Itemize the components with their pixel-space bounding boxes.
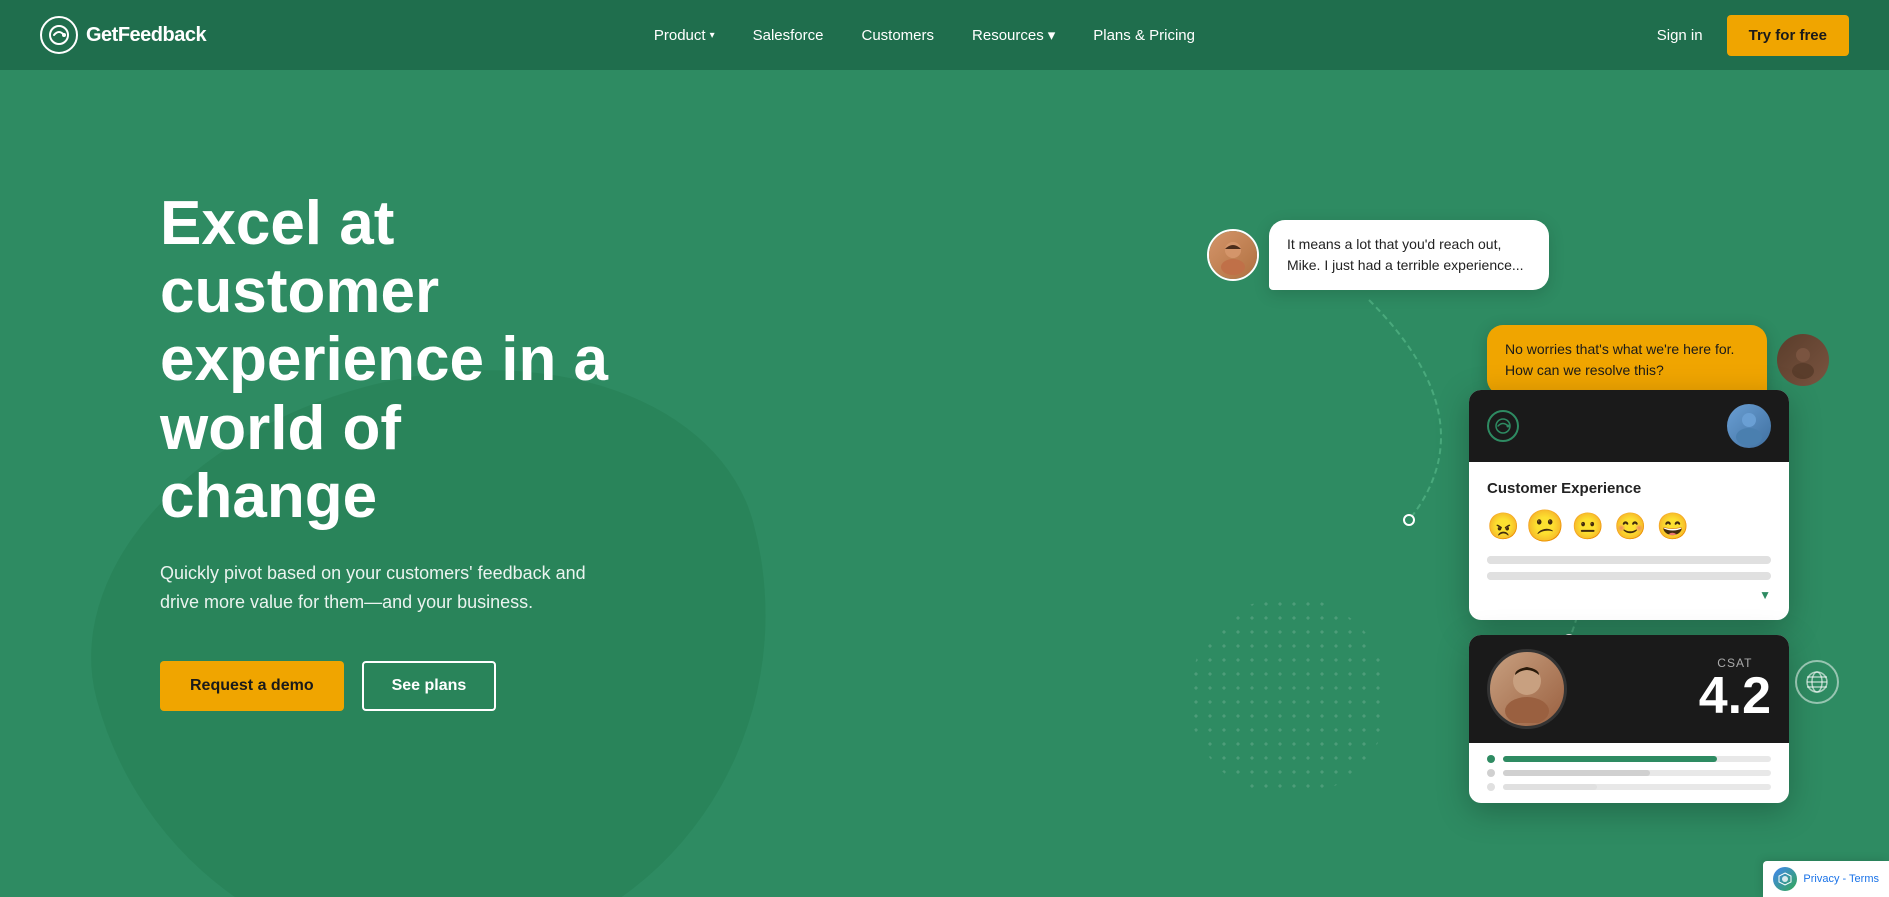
hero-mockup: It means a lot that you'd reach out, Mik… — [989, 70, 1889, 897]
csat-bars — [1487, 755, 1771, 791]
recaptcha-icon — [1773, 867, 1797, 891]
emoji-neutral[interactable]: 😐 — [1572, 511, 1604, 542]
csat-card-header: CSAT 4.2 — [1469, 635, 1789, 743]
csat-card: CSAT 4.2 — [1469, 635, 1789, 803]
nav-links: Product ▾ Salesforce Customers Resources… — [640, 18, 1209, 52]
chevron-down-icon: ▾ — [710, 30, 715, 41]
cx-bar-2 — [1487, 572, 1771, 580]
hero-section: Excel at customer experience in a world … — [0, 70, 1889, 897]
nav-plans[interactable]: Plans & Pricing — [1079, 19, 1209, 52]
nav-resources[interactable]: Resources ▾ — [958, 18, 1069, 52]
csat-dot-2 — [1487, 769, 1495, 777]
csat-dot-3 — [1487, 783, 1495, 791]
reply-chat: No worries that's what we're here for. H… — [1487, 325, 1829, 395]
cx-card-header — [1469, 390, 1789, 462]
csat-bar-track-2 — [1503, 770, 1771, 776]
csat-bar-track-1 — [1503, 756, 1771, 762]
emoji-bad[interactable]: 😕 — [1526, 508, 1565, 545]
reply-chat-bubble: No worries that's what we're here for. H… — [1487, 325, 1767, 395]
csat-card-body — [1469, 743, 1789, 803]
csat-bar-track-3 — [1503, 784, 1771, 790]
hero-buttons: Request a demo See plans — [160, 661, 620, 711]
incoming-chat: It means a lot that you'd reach out, Mik… — [1207, 220, 1549, 290]
globe-icon — [1795, 660, 1839, 704]
privacy-recaptcha-box: Privacy - Terms — [1763, 861, 1889, 897]
navbar: GetFeedback Product ▾ Salesforce Custome… — [0, 0, 1889, 70]
nav-product[interactable]: Product ▾ — [640, 19, 729, 52]
incoming-chat-bubble: It means a lot that you'd reach out, Mik… — [1269, 220, 1549, 290]
privacy-link[interactable]: Privacy - Terms — [1803, 873, 1879, 885]
emoji-very-bad[interactable]: 😠 — [1487, 511, 1519, 542]
cx-bar-1 — [1487, 556, 1771, 564]
try-free-button[interactable]: Try for free — [1727, 15, 1849, 56]
hero-title: Excel at customer experience in a world … — [160, 190, 620, 531]
getfeedback-logo-small — [1487, 410, 1519, 442]
agent-avatar — [1777, 334, 1829, 386]
chevron-down-icon: ▾ — [1048, 26, 1056, 44]
csat-bar-row-1 — [1487, 755, 1771, 763]
csat-label: CSAT — [1699, 656, 1771, 670]
csat-score-display: CSAT 4.2 — [1699, 656, 1771, 722]
chevron-down-icon: ▼ — [1759, 588, 1771, 602]
csat-dot-1 — [1487, 755, 1495, 763]
logo[interactable]: GetFeedback — [40, 16, 206, 54]
nav-salesforce[interactable]: Salesforce — [739, 19, 838, 52]
cx-card-title: Customer Experience — [1487, 480, 1771, 497]
csat-bar-row-3 — [1487, 783, 1771, 791]
nav-customers[interactable]: Customers — [847, 19, 948, 52]
logo-icon — [40, 16, 78, 54]
sign-in-button[interactable]: Sign in — [1643, 19, 1717, 52]
hero-content: Excel at customer experience in a world … — [0, 70, 700, 771]
csat-number: 4.2 — [1699, 670, 1771, 722]
customer-avatar-icon — [1209, 231, 1257, 279]
csat-person-avatar — [1487, 649, 1567, 729]
customer-avatar — [1207, 229, 1259, 281]
hero-dots — [1189, 597, 1389, 797]
nav-actions: Sign in Try for free — [1643, 15, 1849, 56]
see-plans-button[interactable]: See plans — [362, 661, 497, 711]
cx-card: Customer Experience 😠 😕 😐 😊 😄 ▼ — [1469, 390, 1789, 620]
request-demo-button[interactable]: Request a demo — [160, 661, 344, 711]
hero-subtitle: Quickly pivot based on your customers' f… — [160, 559, 620, 617]
emoji-rating-row: 😠 😕 😐 😊 😄 — [1487, 511, 1771, 542]
cx-dropdown-row: ▼ — [1487, 588, 1771, 602]
logo-text: GetFeedback — [86, 24, 206, 47]
cx-card-body: Customer Experience 😠 😕 😐 😊 😄 ▼ — [1469, 462, 1789, 620]
csat-bar-row-2 — [1487, 769, 1771, 777]
emoji-great[interactable]: 😄 — [1657, 511, 1689, 542]
cx-agent-avatar — [1727, 404, 1771, 448]
emoji-good[interactable]: 😊 — [1614, 511, 1646, 542]
